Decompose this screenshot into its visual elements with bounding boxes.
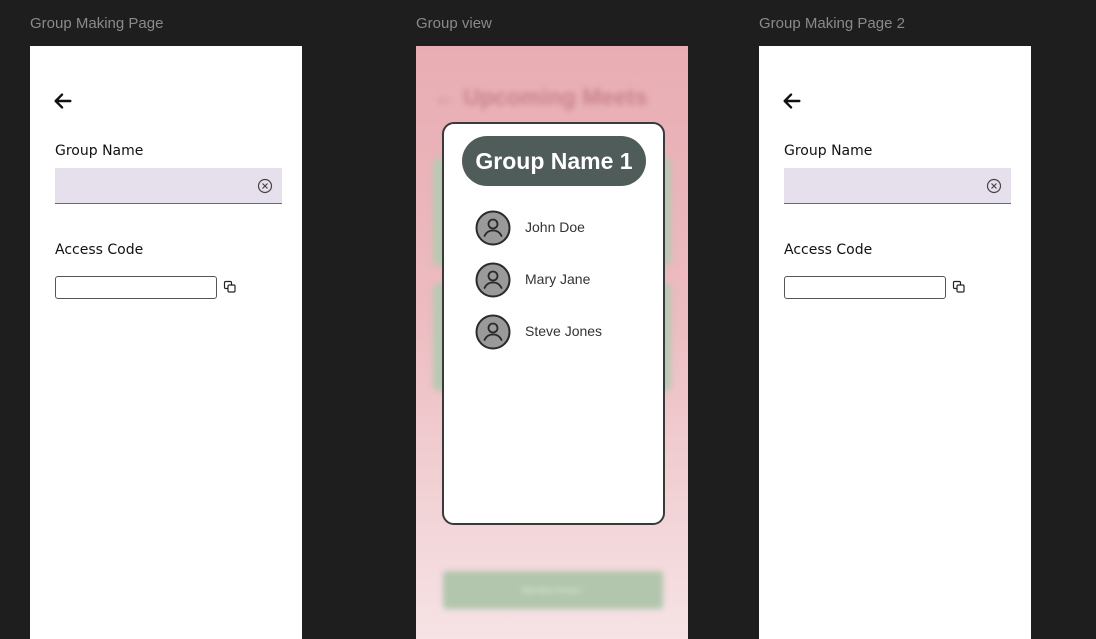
member-item[interactable]: Mary Jane — [475, 262, 655, 298]
access-code-input[interactable] — [784, 276, 946, 299]
user-avatar-icon — [475, 210, 511, 246]
group-making-page-2: Group Name Access Code — [759, 46, 1031, 639]
access-code-label: Access Code — [55, 242, 144, 258]
group-name-input[interactable] — [55, 168, 282, 204]
group-name-header: Group Name 1 — [462, 136, 646, 186]
frame-label-group-making: Group Making Page — [30, 15, 164, 32]
group-name-input[interactable] — [784, 168, 1011, 204]
clear-circle-x-icon[interactable] — [986, 178, 1002, 194]
member-name: Mary Jane — [525, 271, 591, 287]
member-item[interactable]: John Doe — [475, 210, 655, 246]
access-code-input[interactable] — [55, 276, 217, 299]
group-name-label: Group Name — [55, 143, 144, 159]
access-code-label: Access Code — [784, 242, 873, 258]
group-name-label: Group Name — [784, 143, 873, 159]
user-avatar-icon — [475, 314, 511, 350]
arrow-left-icon[interactable] — [52, 90, 74, 112]
copy-icon[interactable] — [222, 279, 238, 295]
clear-circle-x-icon[interactable] — [257, 178, 273, 194]
add-new-group-button: Add New Group + — [443, 571, 663, 609]
member-item[interactable]: Steve Jones — [475, 314, 655, 350]
member-name: John Doe — [525, 219, 585, 235]
member-name: Steve Jones — [525, 323, 603, 339]
group-making-page: Group Name Access Code — [30, 46, 302, 639]
frame-label-group-making-2: Group Making Page 2 — [759, 15, 905, 32]
group-detail-modal: Group Name 1 John Doe Mary Jane Steve Jo… — [442, 122, 665, 525]
upcoming-meets-title: ← Upcoming Meets — [434, 84, 648, 110]
arrow-left-icon[interactable] — [781, 90, 803, 112]
group-view-page: ← Upcoming Meets Add New Group + Group N… — [416, 46, 688, 639]
user-avatar-icon — [475, 262, 511, 298]
copy-icon[interactable] — [951, 279, 967, 295]
frame-label-group-view: Group view — [416, 15, 492, 32]
